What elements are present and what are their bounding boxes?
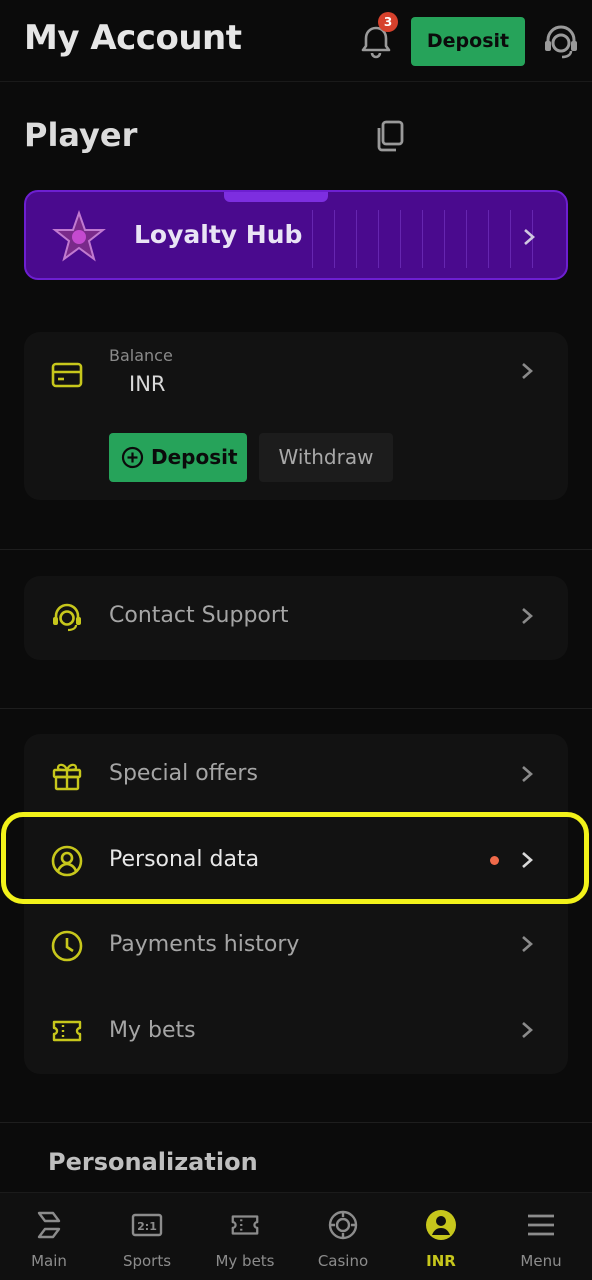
chevron-right-icon — [522, 363, 533, 379]
nav-account[interactable]: INR — [392, 1193, 490, 1280]
section-divider — [0, 549, 592, 550]
support-headset-icon[interactable] — [540, 20, 582, 62]
casino-chip-icon — [328, 1210, 358, 1240]
loyalty-hub-banner[interactable]: Loyalty Hub — [24, 190, 568, 280]
bottom-navigation: Main 2:1 Sports My bets Casino INR Menu — [0, 1192, 592, 1280]
nav-label: My bets — [215, 1252, 275, 1270]
balance-card[interactable]: Balance INR Deposit Withdraw — [24, 332, 568, 500]
player-title: Player — [24, 116, 138, 154]
account-menu-list: Special offers Personal data Payments hi… — [24, 734, 568, 1074]
chevron-right-icon — [522, 1022, 533, 1038]
section-divider — [0, 708, 592, 709]
top-header: My Account 3 Deposit — [0, 0, 592, 82]
personalization-title: Personalization — [48, 1148, 258, 1176]
menu-item-my-bets[interactable]: My bets — [24, 990, 568, 1074]
menu-item-label: My bets — [109, 1018, 196, 1043]
nav-sports[interactable]: 2:1 Sports — [98, 1193, 196, 1280]
nav-label: INR — [426, 1252, 456, 1270]
user-circle-icon — [426, 1210, 456, 1240]
nav-my-bets[interactable]: My bets — [196, 1193, 294, 1280]
page-title: My Account — [24, 18, 242, 58]
nav-casino[interactable]: Casino — [294, 1193, 392, 1280]
nav-label: Menu — [520, 1252, 562, 1270]
main-icon — [37, 1211, 61, 1239]
balance-value: INR — [129, 372, 166, 396]
menu-item-label: Payments history — [109, 932, 300, 957]
section-divider — [0, 1122, 592, 1123]
nav-label: Sports — [122, 1252, 172, 1270]
deposit-button[interactable]: Deposit — [109, 433, 247, 482]
nav-label: Casino — [317, 1252, 369, 1270]
ticket-icon — [231, 1215, 259, 1235]
balance-label: Balance — [109, 346, 173, 365]
withdraw-button[interactable]: Withdraw — [259, 433, 393, 482]
contact-support-label: Contact Support — [109, 603, 289, 628]
contact-support-item[interactable]: Contact Support — [24, 576, 568, 660]
loyalty-pattern — [312, 210, 552, 268]
hamburger-icon — [528, 1214, 554, 1236]
copy-icon[interactable] — [372, 118, 408, 154]
clock-icon — [51, 930, 83, 962]
ticket-icon — [52, 1020, 82, 1042]
loyalty-notch — [224, 192, 328, 202]
nav-label: Main — [31, 1252, 67, 1270]
notification-badge: 3 — [378, 12, 398, 32]
nav-menu[interactable]: Menu — [490, 1193, 592, 1280]
sports-icon: 2:1 — [131, 1213, 163, 1237]
chevron-right-icon — [522, 608, 533, 624]
plus-circle-icon — [121, 446, 144, 469]
loyalty-hub-label: Loyalty Hub — [134, 220, 303, 249]
nav-main[interactable]: Main — [0, 1193, 98, 1280]
menu-item-special-offers[interactable]: Special offers — [24, 734, 568, 816]
menu-item-payments-history[interactable]: Payments history — [24, 904, 568, 988]
wallet-icon — [51, 362, 83, 388]
gift-icon — [52, 763, 82, 791]
star-icon — [52, 210, 106, 262]
header-deposit-button[interactable]: Deposit — [411, 17, 525, 66]
chevron-right-icon — [524, 229, 535, 245]
chevron-right-icon — [522, 936, 533, 952]
chevron-right-icon — [522, 766, 533, 782]
menu-item-label: Special offers — [109, 761, 258, 786]
highlight-outline — [1, 812, 589, 904]
support-headset-icon — [53, 603, 81, 632]
svg-text:2:1: 2:1 — [137, 1220, 157, 1233]
deposit-button-label: Deposit — [151, 445, 238, 469]
